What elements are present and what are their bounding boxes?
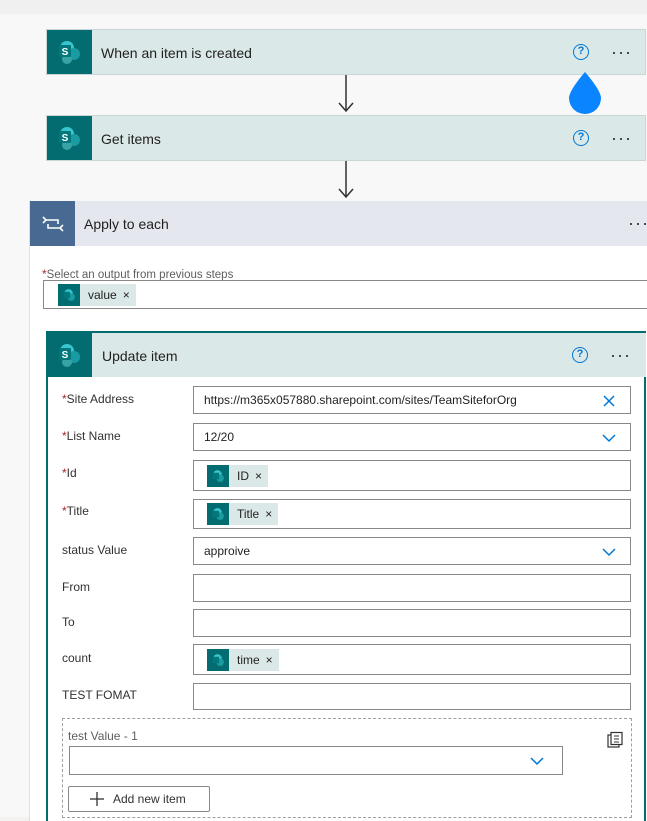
svg-text:S: S [62,350,69,361]
update-item-title: Update item [102,348,178,364]
svg-text:S: S [61,47,68,58]
trigger-card[interactable]: S When an item is created ? ··· [46,29,646,75]
from-label: From [62,580,90,594]
sharepoint-icon: S [47,116,92,160]
flow-canvas: S When an item is created ? ··· S Get it… [0,0,647,821]
site-address-label-text: Site Address [66,392,135,406]
switch-to-input-array-icon[interactable] [606,731,624,749]
apply-to-each-header[interactable]: Apply to each ··· [30,201,647,246]
update-item-header[interactable]: S Update item ? ··· [48,333,646,377]
count-field[interactable]: time × [193,644,631,675]
chevron-down-icon[interactable] [602,433,616,443]
chevron-down-icon[interactable] [602,547,616,557]
title-token[interactable]: Title × [207,503,279,525]
insert-step-drop-icon[interactable] [569,72,601,114]
sharepoint-icon [207,464,229,487]
count-token[interactable]: time × [207,648,279,671]
output-token[interactable]: value × [58,284,136,306]
remove-token-icon[interactable]: × [255,469,268,483]
output-token-label: value [88,288,117,302]
count-token-label: time [237,652,260,667]
remove-token-icon[interactable]: × [266,653,279,667]
list-name-value: 12/20 [204,430,235,444]
list-name-label-text: List Name [66,429,121,443]
clear-icon[interactable] [602,394,616,408]
chevron-down-icon[interactable] [530,756,544,766]
test-value-dropdown[interactable] [69,746,563,775]
test-value-label: test Value - 1 [68,729,138,743]
id-token[interactable]: ID × [207,464,269,487]
title-label: *Title [62,504,89,518]
sharepoint-icon: S [47,30,92,74]
remove-token-icon[interactable]: × [123,288,136,302]
loop-icon [30,201,75,246]
to-label: To [62,615,75,629]
help-icon[interactable]: ? [573,44,589,60]
id-label-text: Id [66,466,77,480]
id-field[interactable]: ID × [193,460,631,491]
test-fomat-label: TEST FOMAT [62,688,137,702]
test-fomat-field[interactable] [193,683,631,710]
from-field[interactable] [193,574,631,602]
site-address-label: *Site Address [62,392,134,406]
connector-arrow [338,161,354,199]
add-new-item-button[interactable]: Add new item [68,786,210,812]
list-name-label: *List Name [62,429,121,443]
add-new-item-label: Add new item [113,792,186,806]
help-icon[interactable]: ? [573,130,589,146]
get-items-card[interactable]: S Get items ? ··· [46,115,646,161]
trigger-title: When an item is created [101,45,252,61]
output-field[interactable]: value × [43,280,647,309]
sharepoint-icon [207,648,229,671]
svg-text:S: S [61,133,68,144]
status-value-label: status Value [62,543,128,557]
site-address-field[interactable]: https://m365x057880.sharepoint.com/sites… [193,386,631,414]
test-value-array: test Value - 1 Add new item [62,718,632,818]
count-label: count [62,651,92,665]
apply-to-each-title: Apply to each [84,216,169,232]
sharepoint-icon: S [48,333,92,377]
more-options-icon[interactable]: ··· [611,43,632,61]
status-value-dropdown[interactable]: approive [193,537,631,565]
status-value-value: approive [204,544,251,558]
title-token-label: Title [237,507,260,521]
id-token-label: ID [237,468,249,483]
help-icon[interactable]: ? [572,347,588,363]
more-options-icon[interactable]: ··· [610,346,631,364]
connector-arrow [338,75,354,113]
to-field[interactable] [193,609,631,637]
more-options-icon[interactable]: ··· [628,214,647,232]
id-label: *Id [62,466,77,480]
title-field[interactable]: Title × [193,499,631,529]
plus-icon [90,792,104,806]
site-address-value: https://m365x057880.sharepoint.com/sites… [204,393,517,407]
get-items-title: Get items [101,131,161,147]
remove-token-icon[interactable]: × [265,507,278,521]
top-strip [0,0,647,14]
more-options-icon[interactable]: ··· [611,129,632,147]
list-name-dropdown[interactable]: 12/20 [193,423,631,451]
update-item-card[interactable]: S Update item ? ··· *Site Address https:… [46,331,646,821]
title-label-text: Title [66,504,89,518]
sharepoint-icon [58,284,80,306]
sharepoint-icon [207,503,229,525]
